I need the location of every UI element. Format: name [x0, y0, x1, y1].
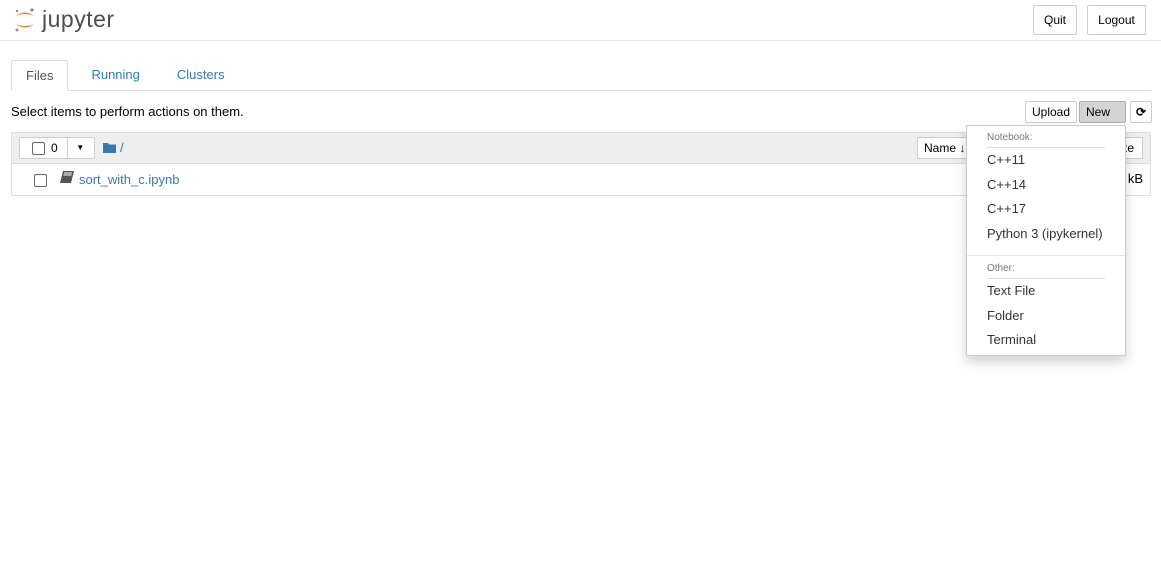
quit-button[interactable]: Quit [1033, 5, 1077, 35]
notebook-icon [60, 171, 74, 186]
divider [967, 255, 1125, 256]
select-dropdown-caret-icon[interactable]: ▼ [66, 138, 93, 158]
menu-item-cpp17[interactable]: C++17 [967, 197, 1125, 222]
new-dropdown-menu: Notebook: C++11 C++14 C++17 Python 3 (ip… [966, 125, 1126, 356]
select-all-checkbox[interactable] [32, 141, 45, 155]
select-all-control: 0 ▼ [19, 137, 95, 159]
refresh-button[interactable]: ⟳ [1130, 101, 1152, 123]
tab-clusters[interactable]: Clusters [163, 60, 239, 90]
notebook-header: Notebook: [987, 132, 1033, 143]
jupyter-logo[interactable]: jupyter [14, 6, 115, 33]
menu-item-text-file[interactable]: Text File [967, 279, 1125, 304]
other-header: Other: [987, 263, 1015, 274]
jupyter-logo-icon [15, 8, 34, 31]
tab-running[interactable]: Running [72, 60, 158, 90]
folder-icon[interactable] [103, 141, 116, 156]
tab-bar: Files Running Clusters [11, 60, 1151, 91]
sort-by-name-button[interactable]: Name ↓ [917, 137, 973, 159]
new-button[interactable]: New ▼ [1079, 101, 1126, 138]
item-checkbox[interactable] [34, 174, 47, 187]
tab-files[interactable]: Files [11, 60, 69, 91]
menu-item-cpp11[interactable]: C++11 [967, 148, 1125, 173]
selected-count: 0 [51, 141, 58, 155]
logo-text: jupyter [42, 6, 115, 32]
menu-item-terminal[interactable]: Terminal [967, 328, 1125, 353]
item-size: kB [1127, 171, 1143, 186]
menu-item-folder[interactable]: Folder [967, 304, 1125, 329]
header: jupyter Quit Logout [0, 0, 1161, 41]
upload-button[interactable]: Upload [1025, 101, 1078, 123]
logout-button[interactable]: Logout [1087, 5, 1146, 35]
menu-item-cpp14[interactable]: C++14 [967, 173, 1125, 198]
item-name-link[interactable]: sort_with_c.ipynb [79, 172, 179, 187]
breadcrumb-root[interactable]: / [120, 140, 124, 155]
instructions: Select items to perform actions on them. [11, 104, 244, 119]
menu-item-python3[interactable]: Python 3 (ipykernel) [967, 222, 1125, 247]
refresh-icon: ⟳ [1135, 105, 1147, 119]
arrow-down-icon: ↓ [959, 141, 966, 155]
sort-label: Name [924, 141, 957, 155]
new-label: New [1086, 105, 1111, 119]
